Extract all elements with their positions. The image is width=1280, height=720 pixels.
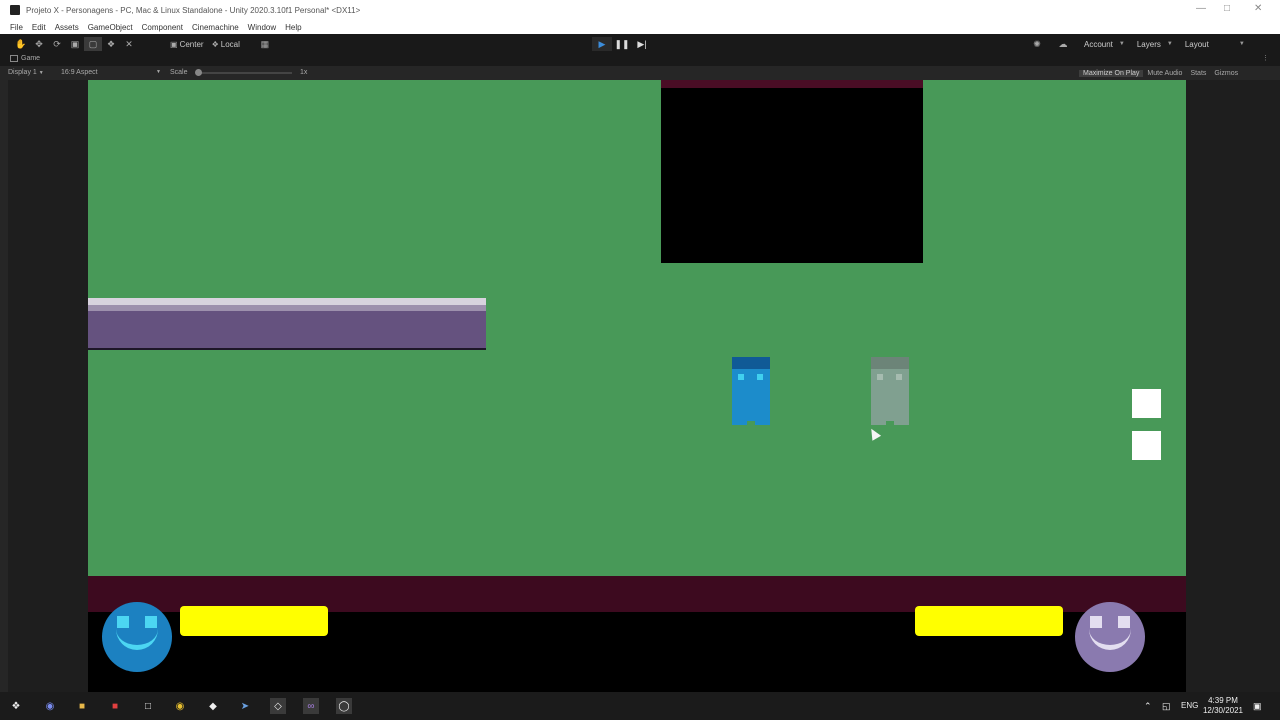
player2-health-bar (915, 606, 1063, 636)
play-button[interactable]: ▶ (592, 37, 612, 51)
pivot-toggles: ▣ Center ❖ Local ▦ (166, 37, 274, 51)
scale-label: Scale (170, 69, 188, 76)
chevron-down-icon: ▼ (38, 70, 44, 76)
layers-dropdown[interactable]: Layers ▼ (1131, 37, 1179, 51)
visual-studio-icon[interactable]: ∞ (303, 698, 319, 714)
file-explorer-icon[interactable]: ■ (74, 698, 90, 714)
menu-gameobject[interactable]: GameObject (88, 23, 133, 32)
black-ceiling-block (661, 80, 923, 263)
mute-audio-toggle[interactable]: Mute Audio (1143, 70, 1186, 77)
scale-value: 1x (300, 69, 308, 76)
unity-logo-icon (10, 5, 20, 15)
window-title-bar: Projeto X - Personagens - PC, Mac & Linu… (0, 0, 1280, 20)
center-icon: ▣ (170, 39, 178, 49)
stats-toggle[interactable]: Stats (1186, 70, 1210, 77)
move-tool-icon[interactable]: ✥ (30, 37, 48, 51)
purple-platform (88, 298, 486, 350)
scale-tool-icon[interactable]: ▣ (66, 37, 84, 51)
game-viewport[interactable] (88, 80, 1186, 692)
media-app-icon[interactable]: ■ (107, 698, 123, 714)
game-tab-icon (10, 55, 18, 62)
main-toolbar: ✋ ✥ ⟳ ▣ ▢ ❖ ✕ ▣ Center ❖ Local ▦ ▶ ❚❚ ▶| ✺… (0, 34, 1280, 54)
white-block-bottom (1132, 431, 1161, 460)
scale-slider[interactable] (198, 72, 292, 74)
pivot-local-toggle[interactable]: ❖ Local (208, 37, 244, 51)
scale-slider-handle[interactable] (195, 69, 202, 76)
menu-bar: File Edit Assets GameObject Component Ci… (0, 20, 1280, 34)
left-rail (0, 80, 8, 692)
player1-health-bar (180, 606, 328, 636)
menu-edit[interactable]: Edit (32, 23, 46, 32)
chrome-icon[interactable]: ◉ (172, 698, 188, 714)
step-button[interactable]: ▶| (632, 37, 652, 51)
minimize-icon[interactable]: — (1196, 4, 1206, 14)
close-icon[interactable]: ✕ (1254, 4, 1262, 14)
hud-bar (88, 602, 1186, 692)
pivot-center-toggle[interactable]: ▣ Center (166, 37, 208, 51)
windows-taskbar: ❖ ◉ ■ ■ □ ◉ ◆ ➤ ◇ ∞ ◯ ⌃ ◱ ENG 4:39 PM 12… (0, 692, 1280, 720)
menu-window[interactable]: Window (248, 23, 276, 32)
taskbar-clock[interactable]: 4:39 PM 12/30/2021 (1200, 696, 1246, 716)
menu-file[interactable]: File (10, 23, 23, 32)
maximize-on-play-toggle[interactable]: Maximize On Play (1079, 69, 1144, 77)
chevron-down-icon: ▼ (156, 69, 161, 75)
menu-cinemachine[interactable]: Cinemachine (192, 23, 239, 32)
custom-tool-icon[interactable]: ✕ (120, 37, 138, 51)
player1-smiley-icon (102, 602, 172, 672)
maximize-icon[interactable]: □ (1224, 4, 1230, 14)
unity-hub-icon[interactable]: ◆ (205, 698, 221, 714)
player2-smiley-icon (1075, 602, 1145, 672)
start-icon[interactable]: ❖ (8, 698, 24, 714)
menu-component[interactable]: Component (142, 23, 183, 32)
language-indicator[interactable]: ENG (1181, 701, 1198, 710)
white-block-top (1132, 389, 1161, 418)
clock-time: 4:39 PM (1208, 696, 1238, 705)
rect-tool-icon[interactable]: ▢ (84, 37, 102, 51)
notes-app-icon[interactable]: □ (140, 698, 156, 714)
game-view-controls: Display 1 ▼ 16:9 Aspect ▼ Scale 1x Maxim… (0, 66, 1280, 80)
rotate-tool-icon[interactable]: ⟳ (48, 37, 66, 51)
steam-icon[interactable]: ➤ (237, 698, 253, 714)
transform-tools: ✋ ✥ ⟳ ▣ ▢ ❖ ✕ (12, 37, 138, 51)
collab-icon[interactable]: ✺ (1028, 37, 1046, 51)
toolbar-right: ✺ ☁ Account ▼ Layers ▼ Layout ▼ (1028, 37, 1255, 51)
game-view-header: Game ⋮ (0, 54, 1280, 66)
transform-tool-icon[interactable]: ❖ (102, 37, 120, 51)
gizmos-toggle[interactable]: Gizmos (1210, 70, 1242, 77)
grid-snap-icon[interactable]: ▦ (256, 37, 274, 51)
local-icon: ❖ (211, 39, 219, 49)
display-dropdown[interactable]: Display 1 ▼ (8, 69, 44, 76)
chevron-down-icon: ▼ (1238, 41, 1245, 47)
menu-help[interactable]: Help (285, 23, 301, 32)
chevron-down-icon: ▼ (1118, 41, 1125, 47)
player-blue-character (732, 357, 770, 425)
tab-game[interactable]: Game (10, 55, 40, 62)
game-view-toggles: Maximize On Play Mute Audio Stats Gizmos (1079, 68, 1242, 78)
window-title: Projeto X - Personagens - PC, Mac & Linu… (26, 5, 361, 15)
cloud-icon[interactable]: ☁ (1054, 37, 1072, 51)
hand-tool-icon[interactable]: ✋ (12, 37, 30, 51)
chevron-down-icon: ▼ (1166, 41, 1173, 47)
game-window-icon[interactable]: ◯ (336, 698, 352, 714)
layout-dropdown[interactable]: Layout ▼ (1179, 37, 1255, 51)
more-options-icon[interactable]: ⋮ (1262, 54, 1269, 62)
pause-button[interactable]: ❚❚ (612, 37, 632, 51)
aspect-dropdown[interactable]: 16:9 Aspect (61, 69, 98, 76)
play-controls: ▶ ❚❚ ▶| (592, 37, 652, 51)
unity-editor-icon[interactable]: ◇ (270, 698, 286, 714)
network-icon[interactable]: ◱ (1162, 701, 1171, 712)
account-dropdown[interactable]: Account ▼ (1078, 37, 1131, 51)
tray-chevron-icon[interactable]: ⌃ (1144, 701, 1152, 712)
menu-assets[interactable]: Assets (55, 23, 79, 32)
clock-date: 12/30/2021 (1202, 706, 1244, 715)
discord-icon[interactable]: ◉ (42, 698, 58, 714)
player-ghost-character (871, 357, 909, 425)
notifications-icon[interactable]: ▣ (1253, 701, 1262, 712)
